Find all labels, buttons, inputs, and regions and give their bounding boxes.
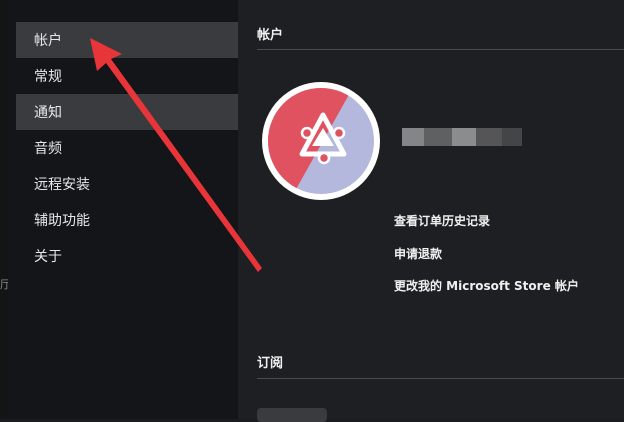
sidebar-item-about[interactable]: 关于 bbox=[16, 238, 244, 274]
sidebar-item-label: 常规 bbox=[34, 69, 62, 85]
sidebar-item-notifications[interactable]: 通知 bbox=[16, 94, 244, 130]
settings-sidebar: 帐户 常规 通知 音频 远程安装 辅助功能 关于 bbox=[8, 0, 244, 419]
order-history-link[interactable]: 查看订单历史记录 bbox=[394, 212, 490, 229]
user-avatar-icon bbox=[262, 82, 380, 200]
refund-link[interactable]: 申请退款 bbox=[394, 245, 442, 262]
sidebar-item-account[interactable]: 帐户 bbox=[16, 22, 244, 58]
sidebar-item-general[interactable]: 常规 bbox=[16, 58, 244, 94]
redacted-account-name bbox=[402, 128, 522, 146]
sidebar-item-accessibility[interactable]: 辅助功能 bbox=[16, 202, 244, 238]
sidebar-item-label: 辅助功能 bbox=[34, 213, 90, 229]
sidebar-item-remote-install[interactable]: 远程安装 bbox=[16, 166, 244, 202]
sidebar-item-label: 远程安装 bbox=[34, 177, 90, 193]
account-divider bbox=[257, 49, 624, 50]
settings-main-panel bbox=[238, 0, 624, 419]
sidebar-item-audio[interactable]: 音频 bbox=[16, 130, 244, 166]
sidebar-item-label: 通知 bbox=[34, 105, 62, 121]
sidebar-item-label: 帐户 bbox=[34, 33, 62, 49]
subscription-section-title: 订阅 bbox=[257, 356, 284, 371]
sidebar-item-label: 音频 bbox=[34, 141, 62, 157]
sidebar-item-label: 关于 bbox=[34, 249, 62, 265]
subscription-button[interactable] bbox=[257, 408, 327, 422]
left-edge-strip: 厅 bbox=[0, 0, 11, 419]
subscription-divider bbox=[257, 378, 624, 379]
account-section-title: 帐户 bbox=[257, 28, 284, 43]
change-account-link[interactable]: 更改我的 Microsoft Store 帐户 bbox=[394, 277, 579, 294]
